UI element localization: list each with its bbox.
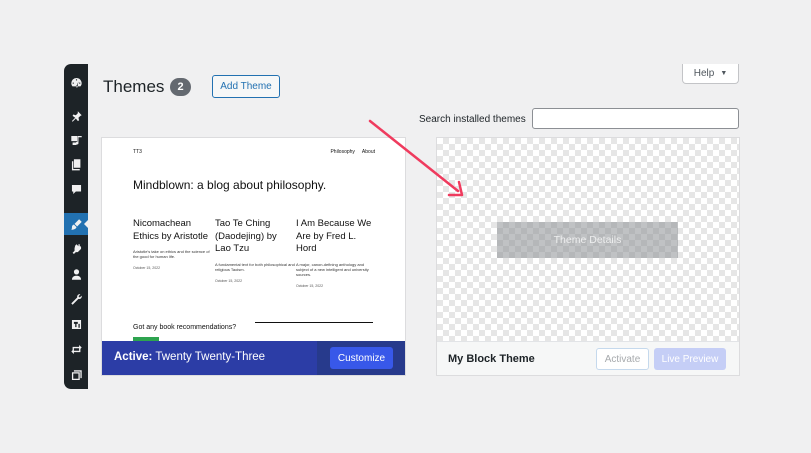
preview-post: Tao Te Ching (Daodejing) by Lao Tzu A fu… bbox=[215, 218, 295, 283]
sidebar-item-appearance[interactable] bbox=[64, 213, 89, 235]
search-label: Search installed themes bbox=[419, 114, 526, 125]
theme-card[interactable]: Theme Details My Block Theme Activate Li… bbox=[437, 138, 739, 375]
preview-post-date: October 15, 2022 bbox=[296, 283, 324, 288]
sidebar-item-pages[interactable] bbox=[64, 153, 88, 175]
sidebar-item-collapse[interactable] bbox=[64, 364, 88, 386]
search-input[interactable] bbox=[532, 108, 739, 129]
active-theme-bar: Active: Twenty Twenty-Three Customize bbox=[102, 341, 405, 375]
theme-count-badge: 2 bbox=[170, 78, 191, 96]
activate-button[interactable]: Activate bbox=[596, 348, 649, 370]
preview-post: I Am Because We Are by Fred L. Hord A ma… bbox=[296, 218, 376, 288]
theme-card-active[interactable]: TT3 Philosophy About Mindblown: a blog a… bbox=[102, 138, 405, 375]
admin-sidebar bbox=[64, 64, 89, 389]
appearance-icon bbox=[70, 218, 82, 230]
dashboard-icon bbox=[70, 77, 82, 87]
live-preview-button[interactable]: Live Preview bbox=[654, 348, 726, 370]
sync-icon bbox=[70, 344, 82, 354]
theme-card-footer: My Block Theme Activate Live Preview bbox=[437, 341, 739, 375]
preview-post-excerpt: A major, canon-defining anthology and su… bbox=[296, 261, 369, 277]
preview-headline: Mindblown: a blog about philosophy. bbox=[133, 178, 327, 192]
sidebar-item-media[interactable] bbox=[64, 129, 88, 151]
customize-button[interactable]: Customize bbox=[330, 347, 393, 369]
preview-nav: Philosophy About bbox=[330, 149, 375, 155]
active-theme-label: Active: Twenty Twenty-Three bbox=[114, 351, 265, 363]
page-title: Themes bbox=[103, 77, 165, 96]
active-theme-name: Twenty Twenty-Three bbox=[155, 351, 266, 363]
tools-icon bbox=[70, 293, 82, 305]
help-tab-button[interactable]: Help ▼ bbox=[682, 64, 739, 84]
admin-frame: Themes 2 Add Theme Help ▼ Search install… bbox=[64, 64, 747, 389]
add-theme-button[interactable]: Add Theme bbox=[212, 75, 280, 98]
preview-post-excerpt: Aristotle's take on ethics and the scien… bbox=[133, 249, 210, 259]
sidebar-item-dashboard[interactable] bbox=[64, 71, 88, 93]
preview-post: Nicomachean Ethics by Aristotle Aristotl… bbox=[133, 218, 213, 270]
pin-icon bbox=[71, 110, 82, 122]
help-label: Help bbox=[693, 68, 715, 79]
active-indicator bbox=[84, 219, 89, 229]
preview-post-title: I Am Because We Are by Fred L. Hord bbox=[296, 218, 372, 254]
users-icon bbox=[71, 268, 81, 280]
sidebar-item-sync[interactable] bbox=[64, 338, 88, 360]
settings-icon bbox=[71, 319, 81, 329]
preview-post-excerpt: A fundamental text for both philosophica… bbox=[215, 261, 295, 272]
sidebar-item-settings[interactable] bbox=[64, 313, 88, 335]
preview-divider bbox=[255, 322, 373, 323]
active-prefix: Active: bbox=[114, 351, 153, 363]
sidebar-item-tools[interactable] bbox=[64, 288, 88, 310]
media-icon bbox=[70, 135, 82, 145]
preview-post-title: Tao Te Ching (Daodejing) by Lao Tzu bbox=[215, 218, 277, 254]
pages-icon bbox=[71, 158, 80, 170]
sidebar-item-posts[interactable] bbox=[64, 105, 88, 127]
preview-post-date: October 15, 2022 bbox=[215, 278, 243, 283]
caret-down-icon: ▼ bbox=[720, 70, 728, 77]
preview-recommendation-text: Got any book recommendations? bbox=[133, 324, 237, 331]
preview-post-title: Nicomachean Ethics by Aristotle bbox=[133, 218, 208, 242]
plugins-icon bbox=[72, 243, 81, 254]
preview-nav-item: About bbox=[361, 149, 375, 155]
preview-site-logo: TT3 bbox=[133, 149, 142, 155]
theme-details-overlay[interactable]: Theme Details bbox=[497, 222, 678, 258]
collapse-icon bbox=[71, 369, 82, 380]
sidebar-item-users[interactable] bbox=[64, 263, 88, 285]
sidebar-item-comments[interactable] bbox=[64, 178, 88, 200]
theme-name: My Block Theme bbox=[448, 353, 535, 365]
preview-nav-item: Philosophy bbox=[330, 149, 355, 155]
preview-post-date: October 15, 2022 bbox=[133, 266, 161, 270]
theme-screenshot[interactable]: TT3 Philosophy About Mindblown: a blog a… bbox=[102, 138, 405, 341]
sidebar-item-plugins[interactable] bbox=[64, 238, 88, 260]
comments-icon bbox=[71, 184, 81, 194]
